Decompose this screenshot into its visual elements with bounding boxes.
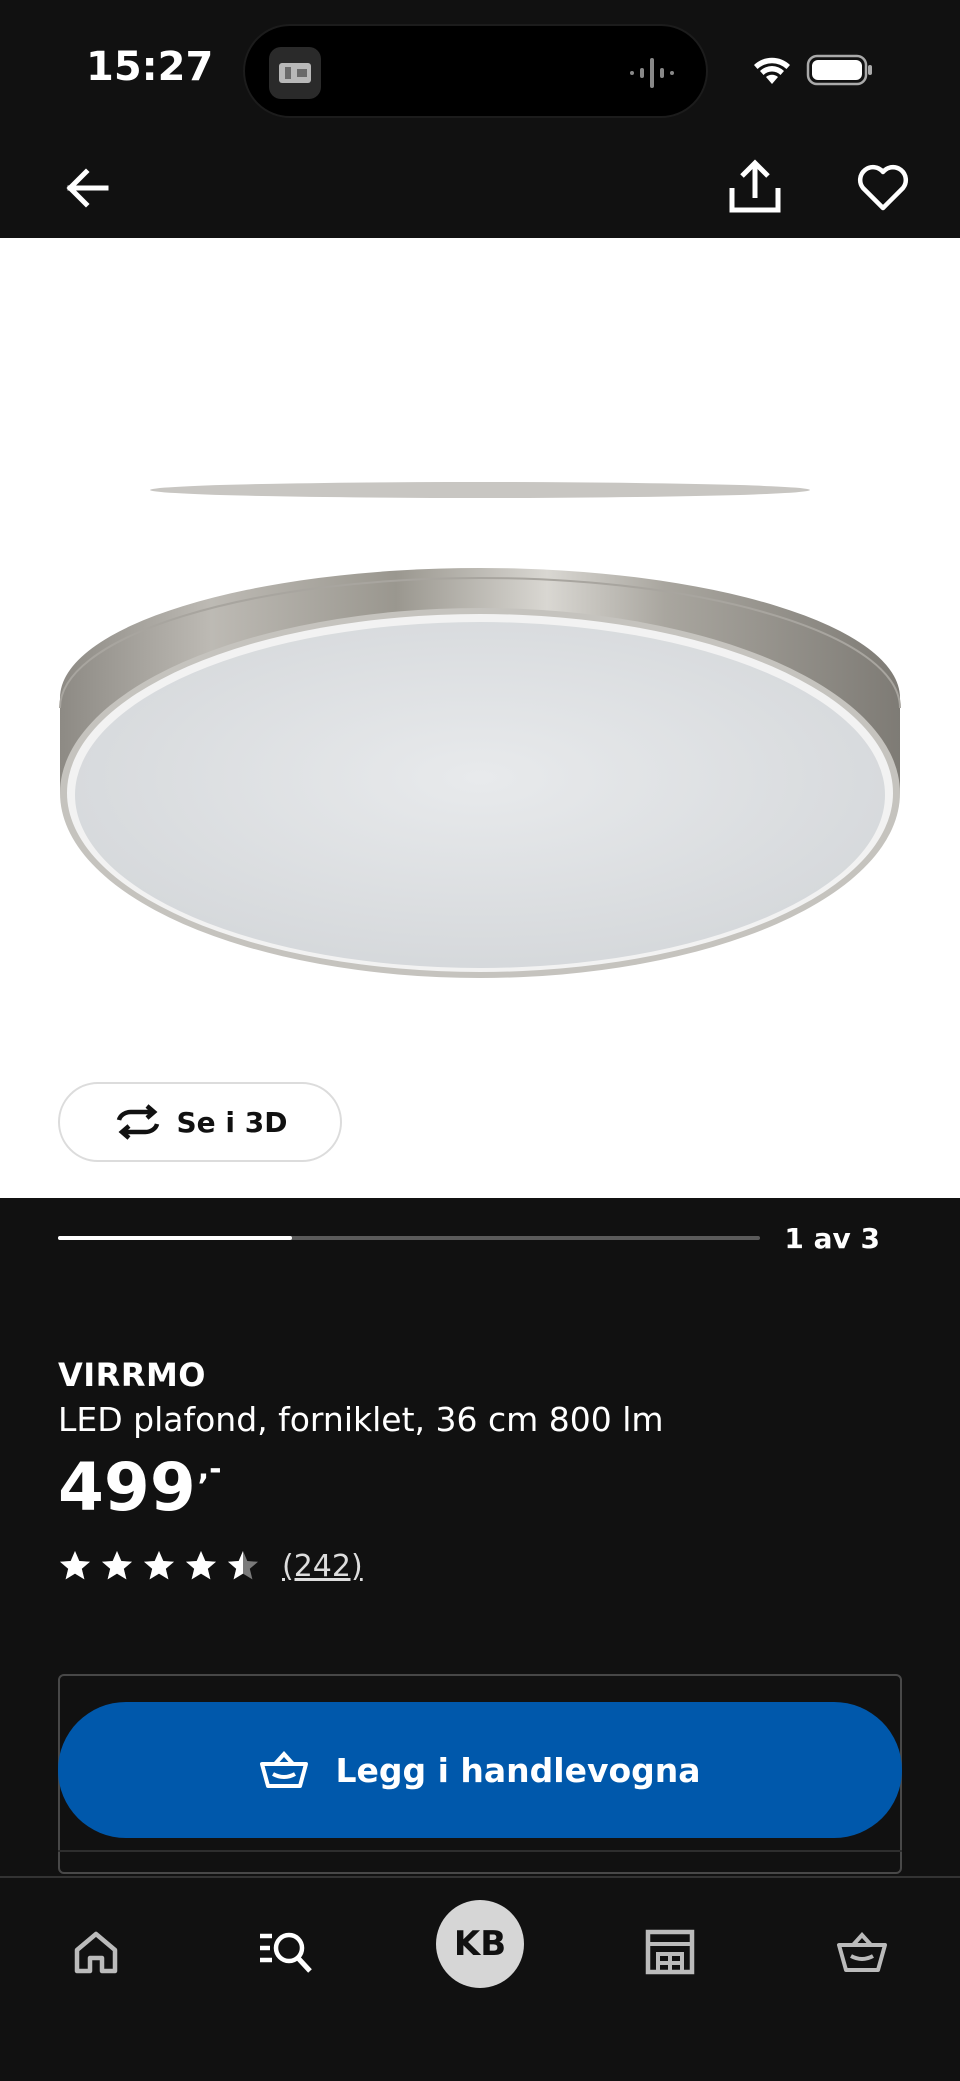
cart-icon [837, 1932, 887, 1972]
purchase-divider [58, 1850, 902, 1852]
product-description: LED plafond, forniklet, 36 cm 800 lm [58, 1400, 664, 1439]
star-icon [60, 1551, 90, 1580]
product-rating[interactable]: (242) [58, 1544, 363, 1588]
status-bar: 15:27 [0, 0, 960, 140]
bottom-tab-bar: KB [0, 1876, 960, 2081]
product-price: 499 ,- [58, 1448, 222, 1528]
heart-icon [857, 164, 909, 211]
search-icon [260, 1932, 312, 1973]
arrow-left-icon [66, 168, 109, 208]
tab-stores[interactable] [630, 1912, 710, 1992]
star-icon [228, 1551, 258, 1580]
cart-icon [260, 1751, 309, 1788]
add-to-cart-button[interactable]: Legg i handlevogna [58, 1702, 902, 1838]
view-3d-button[interactable]: Se i 3D [58, 1082, 342, 1162]
star-icon [102, 1551, 132, 1580]
dynamic-island [243, 24, 708, 118]
home-icon [74, 1931, 118, 1974]
back-button[interactable] [62, 162, 114, 214]
tab-search[interactable] [246, 1912, 326, 1992]
tab-home[interactable] [56, 1912, 136, 1992]
price-decimal: ,- [197, 1452, 222, 1487]
gallery-page-indicator: 1 av 3 [784, 1222, 880, 1255]
gallery-progress-fill [58, 1236, 292, 1240]
price-integer: 499 [58, 1449, 196, 1526]
share-icon [729, 159, 781, 213]
product-name: VIRRMO [58, 1356, 206, 1394]
tab-profile-avatar[interactable]: KB [436, 1900, 524, 1988]
audio-wave-icon [630, 58, 674, 88]
battery-icon [806, 54, 872, 86]
gallery-progress-bar [58, 1236, 760, 1240]
store-icon [645, 1929, 695, 1975]
product-image-gallery[interactable]: Se i 3D [0, 238, 960, 1198]
view-3d-label: Se i 3D [176, 1105, 288, 1139]
top-navigation [0, 140, 960, 238]
review-count-link[interactable]: (242) [282, 1549, 363, 1584]
star-icon [144, 1551, 174, 1580]
wifi-icon [754, 57, 790, 84]
product-image [59, 482, 901, 978]
share-button[interactable] [726, 158, 784, 216]
star-icon [186, 1551, 216, 1580]
add-to-cart-label: Legg i handlevogna [335, 1750, 701, 1790]
rotate-3d-icon [116, 1104, 159, 1140]
status-time: 15:27 [86, 44, 214, 90]
favorite-button[interactable] [855, 160, 911, 216]
now-playing-thumbnail [269, 47, 321, 99]
tab-cart[interactable] [822, 1912, 902, 1992]
